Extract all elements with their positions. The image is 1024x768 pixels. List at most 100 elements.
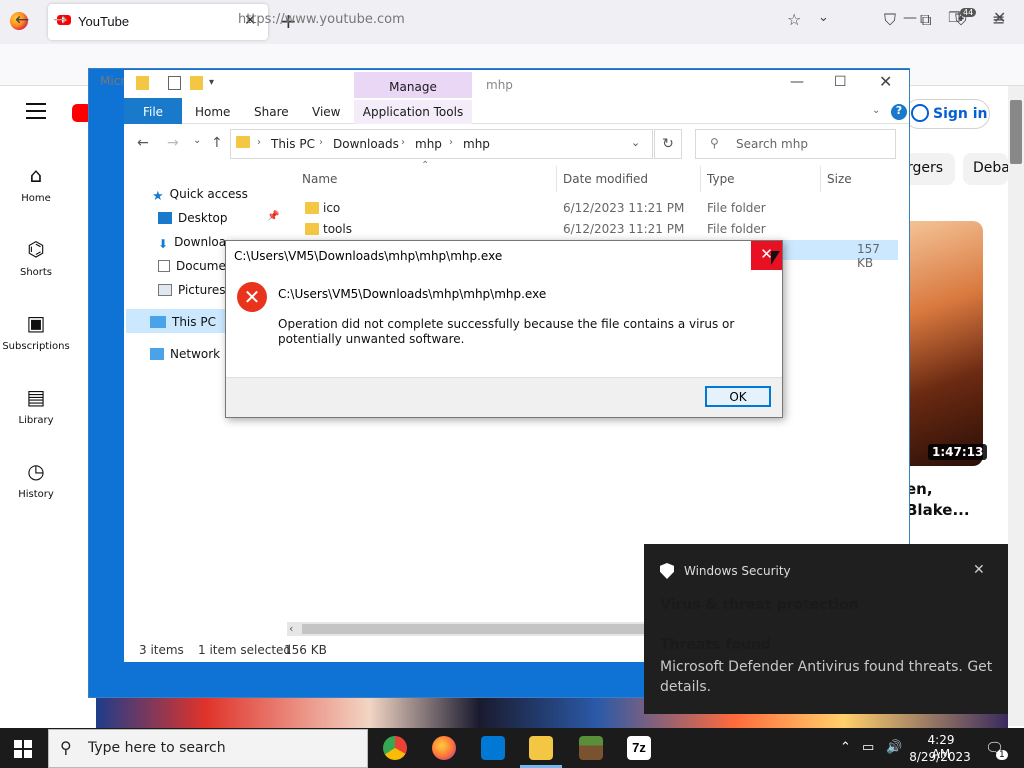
new-folder-icon[interactable] — [190, 76, 203, 90]
taskbar-search-placeholder: Type here to search — [88, 740, 226, 756]
nav-documents[interactable]: Documents — [158, 259, 228, 273]
firefox-icon[interactable] — [432, 736, 456, 760]
network-icon[interactable]: ▭ — [862, 740, 874, 755]
breadcrumb-mhp-current[interactable]: mhp — [463, 137, 490, 151]
explorer-close-button[interactable]: ✕ — [879, 72, 892, 91]
yt-nav-label: Shorts — [19, 267, 53, 278]
column-divider[interactable] — [700, 166, 701, 192]
column-header-date[interactable]: Date modified — [563, 172, 648, 186]
chrome-icon[interactable] — [383, 736, 407, 760]
nav-quick-access[interactable]: ★ Quick access — [152, 187, 248, 204]
nav-desktop[interactable]: Desktop — [158, 211, 228, 225]
background-window-title: Micr — [100, 74, 126, 88]
yt-nav-library[interactable]: ▤ Library — [0, 385, 72, 426]
volume-icon[interactable]: 🔊 — [886, 740, 902, 755]
file-type: File folder — [707, 201, 766, 215]
yt-menu-icon[interactable] — [26, 103, 46, 119]
toast-body[interactable]: Microsoft Defender Antivirus found threa… — [660, 657, 995, 697]
file-row[interactable]: ico 6/12/2023 11:21 PM File folder — [300, 199, 898, 219]
explorer-forward-icon[interactable]: → — [167, 135, 179, 151]
browser-minimize-button[interactable]: — — [903, 10, 917, 26]
microsoft-store-icon[interactable] — [481, 736, 505, 760]
tab-manage[interactable]: Manage — [354, 72, 472, 100]
bookmark-star-icon[interactable]: ☆ — [787, 10, 801, 29]
up-arrow-icon[interactable]: ↑ — [211, 135, 223, 151]
breadcrumb-downloads[interactable]: Downloads — [333, 137, 399, 151]
breadcrumb-mhp[interactable]: mhp — [415, 137, 442, 151]
nav-this-pc[interactable]: This PC — [150, 315, 216, 329]
page-scrollbar[interactable] — [1008, 86, 1024, 726]
tab-youtube[interactable]: YouTube ✕ — [48, 4, 268, 40]
ribbon — [124, 98, 909, 124]
column-header-name[interactable]: Name — [302, 172, 337, 186]
tab-application-tools[interactable]: Application Tools — [354, 100, 472, 124]
file-row[interactable]: tools 6/12/2023 11:21 PM File folder — [300, 220, 898, 240]
breadcrumb-this-pc[interactable]: This PC — [271, 137, 315, 151]
explorer-maximize-button[interactable]: ☐ — [834, 74, 847, 90]
account-icon — [911, 104, 929, 122]
hamburger-menu-icon[interactable]: ≡ — [992, 10, 1005, 29]
computer-icon — [150, 316, 166, 328]
properties-icon[interactable] — [168, 76, 181, 90]
status-selected: 1 item selected — [198, 643, 292, 657]
tab-view[interactable]: View — [312, 105, 340, 119]
file-date: 6/12/2023 11:21 PM — [563, 222, 685, 236]
search-icon: ⚲ — [60, 738, 72, 757]
column-divider[interactable] — [820, 166, 821, 192]
video-title-line[interactable]: Blake... — [906, 501, 970, 519]
url-bar[interactable]: https://www.youtube.com — [238, 12, 405, 27]
refresh-icon[interactable]: ↻ — [654, 129, 682, 159]
nav-network[interactable]: Network — [150, 347, 220, 361]
column-header-type[interactable]: Type — [707, 172, 735, 186]
tab-file[interactable]: File — [124, 98, 182, 124]
yt-nav-shorts[interactable]: ⌬ Shorts — [0, 237, 72, 278]
breadcrumb-separator: › — [257, 137, 261, 148]
nav-label: Network — [170, 347, 221, 361]
help-icon[interactable]: ? — [891, 104, 907, 120]
breadcrumb-separator: › — [401, 137, 405, 148]
forward-arrow-icon[interactable]: → — [53, 10, 67, 30]
tab-share[interactable]: Share — [254, 105, 289, 119]
pin-icon[interactable]: 📌 — [267, 211, 279, 222]
scroll-left-icon[interactable]: ‹ — [289, 622, 293, 635]
nav-downloads[interactable]: ⬇ Downloads — [158, 235, 228, 249]
video-thumbnail[interactable] — [908, 221, 983, 466]
explorer-minimize-button[interactable]: — — [790, 74, 804, 90]
extensions-icon[interactable]: ⧉ — [920, 10, 931, 30]
file-type: File folder — [707, 222, 766, 236]
tab-list-chevron-icon[interactable]: ⌄ — [818, 10, 829, 25]
customize-toolbar-icon[interactable]: ▾ — [209, 77, 214, 88]
start-windows-icon[interactable] — [14, 740, 32, 758]
file-size: 157 KB — [857, 242, 880, 270]
library-icon: ▤ — [26, 385, 46, 409]
column-divider[interactable] — [556, 166, 557, 192]
yt-nav-subscriptions[interactable]: ▣ Subscriptions — [0, 311, 72, 352]
download-arrow-icon: ⬇ — [158, 237, 169, 249]
ok-button[interactable]: OK — [705, 386, 771, 407]
address-dropdown-icon[interactable]: ⌄ — [631, 136, 640, 149]
nav-label: Documents — [176, 259, 228, 273]
history-icon: ◷ — [27, 459, 45, 483]
show-hidden-icons-chevron-icon[interactable]: ⌃ — [840, 740, 851, 755]
yt-nav-history[interactable]: ◷ History — [0, 459, 72, 500]
minecraft-icon[interactable] — [579, 736, 603, 760]
page-scroll-thumb[interactable] — [1010, 100, 1022, 164]
tab-home[interactable]: Home — [195, 105, 230, 119]
yt-chip[interactable]: Deba — [963, 153, 1008, 185]
clock-date[interactable]: 8/29/2023 — [909, 750, 971, 764]
yt-nav-home[interactable]: ⌂ Home — [0, 163, 72, 204]
column-header-size[interactable]: Size — [827, 172, 852, 186]
toast-close-button[interactable]: ✕ — [973, 562, 985, 578]
ribbon-expand-chevron-icon[interactable]: ⌄ — [872, 105, 880, 116]
back-arrow-icon[interactable]: ← — [15, 10, 29, 30]
yt-nav-label: Library — [18, 415, 54, 426]
explorer-back-icon[interactable]: ← — [137, 135, 149, 151]
sign-in-button[interactable]: Sign in — [904, 99, 990, 129]
7zip-icon[interactable]: 7z — [627, 736, 651, 760]
recent-locations-icon[interactable]: ⌄ — [193, 135, 201, 146]
nav-label: This PC — [172, 315, 216, 329]
file-explorer-icon[interactable] — [529, 736, 553, 760]
horizontal-scroll-thumb[interactable] — [302, 624, 647, 634]
nav-pictures[interactable]: Pictures — [158, 283, 226, 297]
pocket-icon[interactable]: ⛉ — [884, 10, 896, 30]
